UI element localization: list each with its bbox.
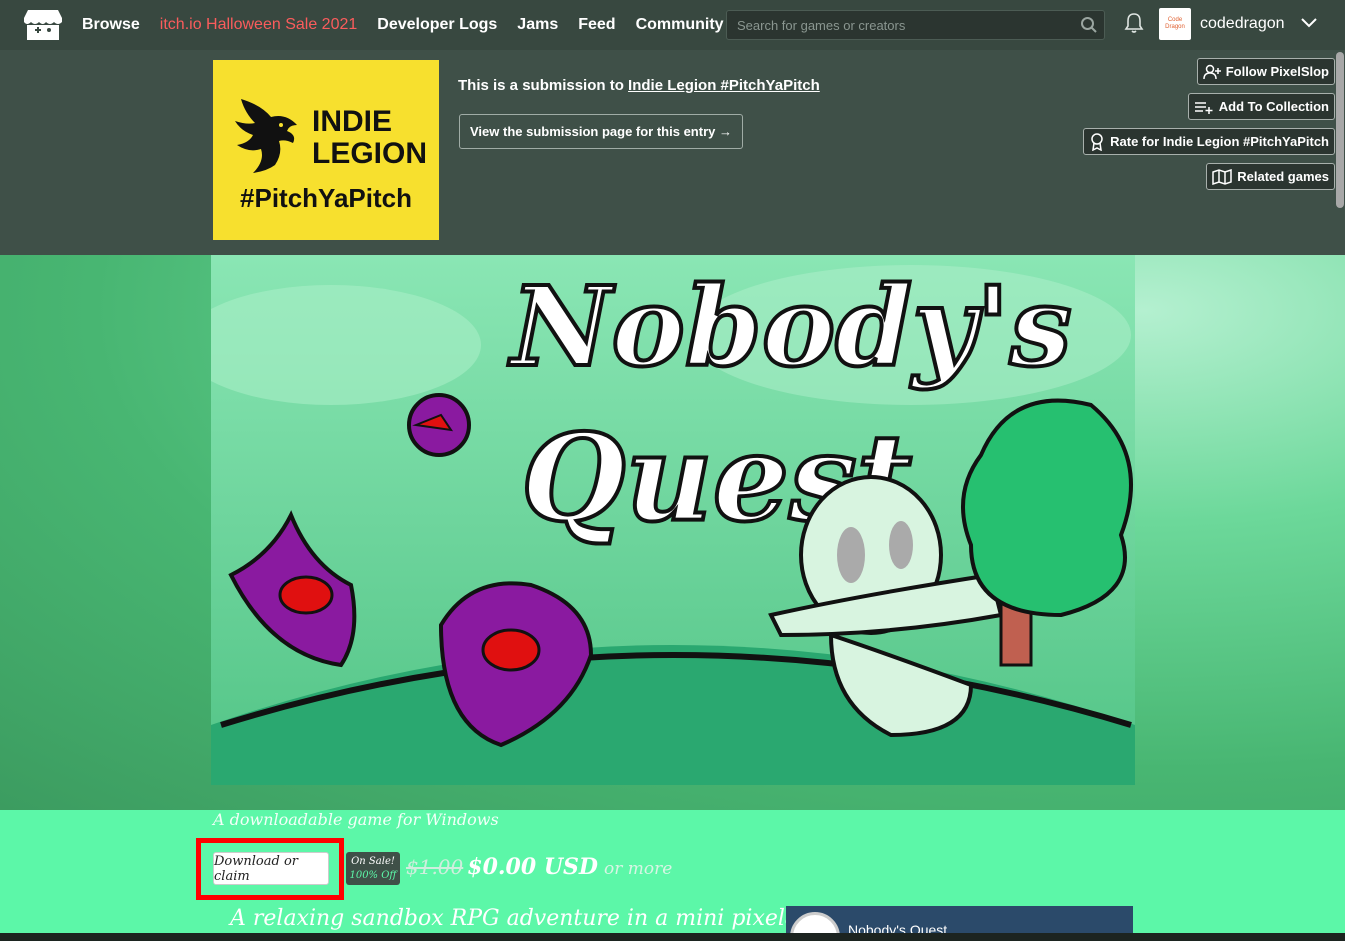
map-icon (1212, 168, 1232, 185)
price-block: $1.00 $0.00 USD or more (406, 854, 672, 880)
rate-jam-button[interactable]: Rate for Indie Legion #PitchYaPitch (1083, 128, 1335, 155)
sale-price: $0.00 USD (467, 854, 598, 880)
download-or-claim-button[interactable]: Download or claim (213, 852, 329, 885)
bottom-edge-bar (0, 933, 1345, 941)
award-icon (1091, 132, 1103, 151)
game-info-section: A downloadable game for Windows Download… (0, 810, 1345, 941)
nav-feed[interactable]: Feed (578, 16, 615, 34)
submission-prefix: This is a submission to (458, 77, 629, 94)
sale-badge: On Sale! 100% Off (346, 852, 400, 885)
or-more-label: or more (603, 859, 673, 879)
jam-link[interactable]: Indie Legion #PitchYaPitch (628, 77, 820, 94)
nav-halloween-sale[interactable]: itch.io Halloween Sale 2021 (160, 16, 357, 34)
top-navigation-bar: Browse itch.io Halloween Sale 2021 Devel… (0, 0, 1345, 50)
related-games-button[interactable]: Related games (1206, 163, 1335, 190)
banner-title-line1: Nobody's (508, 262, 1072, 391)
chevron-down-icon[interactable] (1300, 15, 1317, 33)
jam-logo-line2: LEGION (312, 137, 428, 170)
list-plus-icon (1194, 101, 1213, 114)
username[interactable]: codedragon (1200, 15, 1285, 33)
sale-badge-line1: On Sale! (351, 856, 395, 867)
rate-label: Rate for Indie Legion #PitchYaPitch (1110, 134, 1329, 149)
search-icon[interactable] (1074, 16, 1104, 34)
follow-label: Follow PixelSlop (1225, 64, 1329, 79)
search-input[interactable] (727, 17, 1074, 33)
view-submission-button[interactable]: View the submission page for this entry … (459, 114, 743, 149)
nav-developer-logs[interactable]: Developer Logs (377, 16, 497, 34)
sale-badge-line2: 100% Off (349, 870, 397, 881)
original-price: $1.00 (406, 855, 464, 879)
jam-logo-line1: INDIE (312, 105, 393, 138)
user-menu[interactable]: Code Dragon codedragon (1159, 8, 1317, 40)
game-banner-background: Nobody's Quest (0, 255, 1345, 810)
itchio-logo-icon[interactable] (23, 8, 63, 42)
user-plus-icon (1202, 64, 1221, 79)
notifications-bell-icon[interactable] (1124, 12, 1144, 39)
follow-button[interactable]: Follow PixelSlop (1196, 58, 1335, 85)
related-label: Related games (1237, 169, 1329, 184)
game-action-buttons: Follow PixelSlop Add To Collection Rate … (1083, 58, 1335, 198)
purple-monster-small (407, 393, 471, 457)
nav-browse[interactable]: Browse (82, 16, 140, 34)
game-subtitle: A downloadable game for Windows (213, 810, 499, 829)
add-to-collection-button[interactable]: Add To Collection (1187, 93, 1335, 120)
dragon-logo-icon (235, 99, 297, 173)
submission-notice: This is a submission to Indie Legion #Pi… (458, 77, 820, 94)
scrollbar-thumb[interactable] (1336, 52, 1344, 208)
nav-jams[interactable]: Jams (517, 16, 558, 34)
collection-label: Add To Collection (1218, 99, 1329, 114)
main-nav: Browse itch.io Halloween Sale 2021 Devel… (82, 16, 744, 34)
game-banner-image: Nobody's Quest (211, 255, 1135, 785)
search-box (726, 10, 1105, 40)
jam-logo-tag: #PitchYaPitch (240, 183, 412, 213)
nav-community[interactable]: Community (636, 16, 724, 34)
jam-submission-header: INDIE LEGION #PitchYaPitch This is a sub… (0, 50, 1345, 255)
jam-logo[interactable]: INDIE LEGION #PitchYaPitch (213, 60, 439, 240)
avatar[interactable]: Code Dragon (1159, 8, 1191, 40)
